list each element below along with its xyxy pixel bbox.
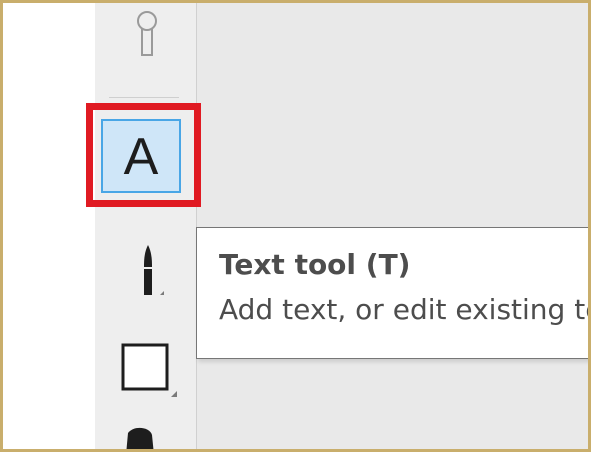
text-tool-button[interactable]: A: [101, 119, 181, 193]
rectangle-icon: [121, 343, 177, 397]
tooltip-description: Add text, or edit existing text: [219, 293, 591, 326]
pin-icon: [137, 11, 157, 56]
brush-icon: [144, 245, 164, 295]
screenshot-frame: A Text tool (T) Add text, or edit existi…: [0, 0, 591, 452]
canvas-area[interactable]: [196, 3, 588, 449]
text-tool-icon: A: [123, 128, 159, 186]
tool-separator: [109, 97, 179, 98]
tooltip: Text tool (T) Add text, or edit existing…: [196, 227, 591, 359]
brush-tool[interactable]: [134, 243, 168, 305]
rectangle-tool[interactable]: [119, 339, 183, 403]
tool-sidebar: [95, 3, 196, 449]
tooltip-title: Text tool (T): [219, 248, 411, 281]
fill-tool[interactable]: [120, 427, 162, 449]
fill-icon: [126, 428, 154, 449]
pin-tool[interactable]: [132, 9, 162, 65]
